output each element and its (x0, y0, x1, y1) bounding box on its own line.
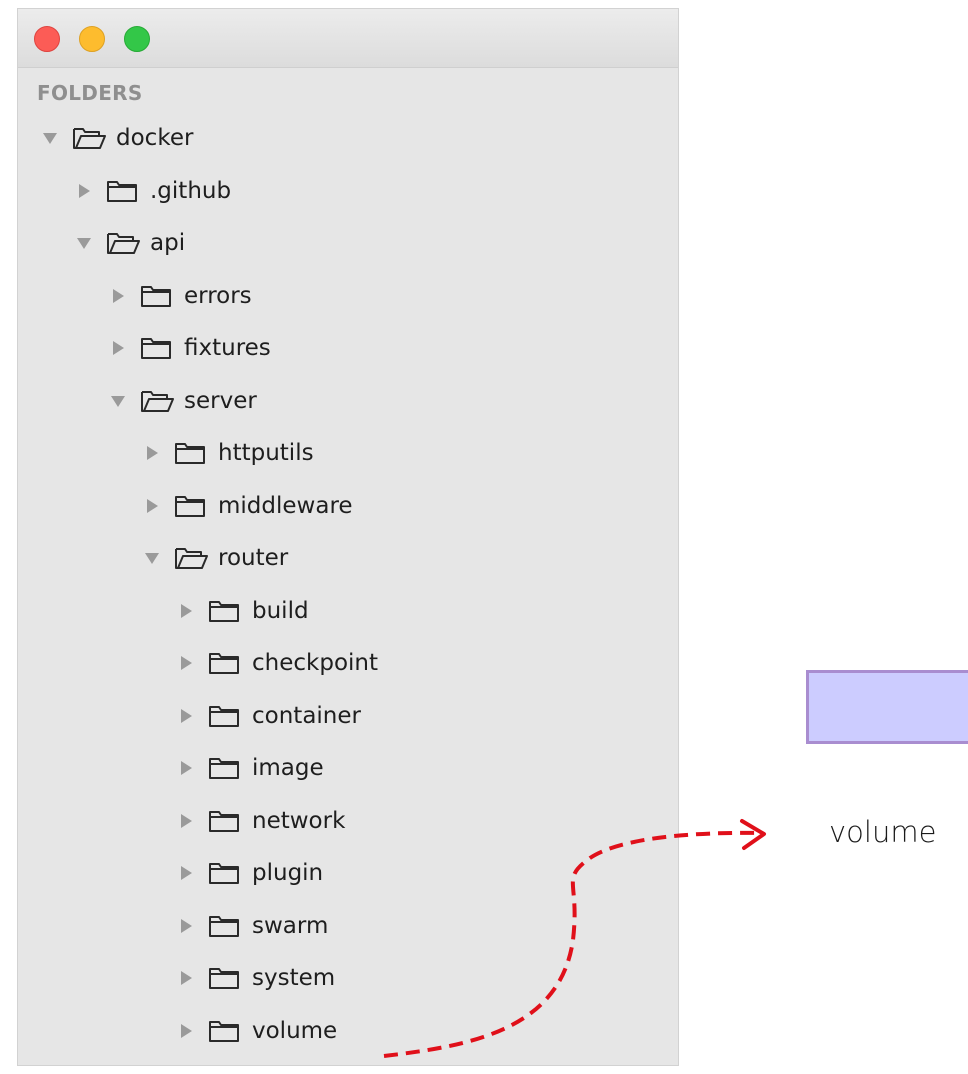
folder-icon (208, 597, 242, 625)
disclosure-down-icon[interactable] (72, 231, 96, 255)
folder-icon (208, 754, 242, 782)
folder-label: server (184, 387, 257, 414)
folder-label: network (252, 807, 346, 834)
folder-row-volume[interactable]: volume (174, 1006, 337, 1056)
disclosure-right-icon[interactable] (174, 704, 198, 728)
disclosure-right-icon[interactable] (174, 809, 198, 833)
folder-icon (174, 439, 208, 467)
disclosure-right-icon[interactable] (174, 966, 198, 990)
disclosure-right-icon[interactable] (72, 179, 96, 203)
folder-row-errors[interactable]: errors (106, 271, 252, 321)
folder-icon (208, 649, 242, 677)
disclosure-right-icon[interactable] (174, 1019, 198, 1043)
folder-label: middleware (218, 492, 353, 519)
folder-label: checkpoint (252, 650, 378, 676)
connector-arrowhead (740, 819, 766, 850)
folder-label: errors (184, 282, 252, 309)
folder-open-icon (72, 124, 106, 152)
folder-icon (208, 702, 242, 730)
disclosure-right-icon[interactable] (174, 651, 198, 675)
disclosure-down-icon[interactable] (38, 126, 62, 150)
folder-row-network[interactable]: network (174, 796, 345, 846)
folder-row-api[interactable]: api (72, 218, 185, 268)
close-button[interactable] (34, 26, 60, 52)
title-bar (18, 9, 678, 68)
folder-label: build (252, 597, 309, 624)
folder-row-swarm[interactable]: swarm (174, 901, 328, 951)
folder-label: system (252, 965, 336, 991)
folder-icon (208, 912, 242, 940)
folder-icon (208, 964, 242, 992)
folder-icon (208, 859, 242, 887)
folder-label: volume (252, 1017, 338, 1044)
folder-row-plugin[interactable]: plugin (174, 848, 323, 898)
folder-label: plugin (252, 860, 324, 886)
disclosure-down-icon[interactable] (106, 389, 130, 413)
folder-label: api (150, 230, 186, 256)
folder-row-middleware[interactable]: middleware (140, 481, 353, 531)
minimize-button[interactable] (79, 26, 105, 52)
folder-row-httputils[interactable]: httputils (140, 428, 314, 478)
folder-row-checkpoint[interactable]: checkpoint (174, 638, 378, 688)
folder-label: .github (150, 177, 232, 204)
folder-label: fixtures (184, 335, 271, 361)
folder-row-docker[interactable]: docker (38, 113, 193, 163)
disclosure-right-icon[interactable] (106, 336, 130, 360)
folder-row-system[interactable]: system (174, 953, 335, 1003)
disclosure-down-icon[interactable] (140, 546, 164, 570)
folder-icon (208, 807, 242, 835)
sidebar-window: FOLDERS docker .github api errors fixtures se… (17, 8, 679, 1066)
folder-open-icon (106, 229, 140, 257)
folder-row-container[interactable]: container (174, 691, 361, 741)
folder-row-image[interactable]: image (174, 743, 324, 793)
folders-section-label: FOLDERS (37, 81, 143, 105)
disclosure-right-icon[interactable] (140, 494, 164, 518)
folder-icon (140, 334, 174, 362)
folder-row-router[interactable]: router (140, 533, 288, 583)
folder-icon (208, 1017, 242, 1045)
zoom-button[interactable] (124, 26, 150, 52)
disclosure-right-icon[interactable] (174, 599, 198, 623)
folder-label: image (252, 755, 324, 781)
folder-label: container (252, 702, 361, 729)
folder-label: swarm (252, 912, 329, 939)
folder-icon (174, 492, 208, 520)
disclosure-right-icon[interactable] (106, 284, 130, 308)
folder-row-fixtures[interactable]: fixtures (106, 323, 271, 373)
folder-label: docker (116, 125, 194, 151)
callout-label: volume (829, 815, 937, 849)
folder-row-github[interactable]: .github (72, 166, 231, 216)
folder-icon (140, 282, 174, 310)
disclosure-right-icon[interactable] (174, 914, 198, 938)
disclosure-right-icon[interactable] (174, 861, 198, 885)
disclosure-right-icon[interactable] (140, 441, 164, 465)
folder-row-build[interactable]: build (174, 586, 309, 636)
folder-label: router (218, 545, 289, 571)
callout-box (806, 670, 968, 744)
disclosure-right-icon[interactable] (174, 756, 198, 780)
folder-open-icon (140, 387, 174, 415)
folder-row-server[interactable]: server (106, 376, 257, 426)
folder-label: httputils (218, 440, 314, 466)
folder-open-icon (174, 544, 208, 572)
folder-icon (106, 177, 140, 205)
